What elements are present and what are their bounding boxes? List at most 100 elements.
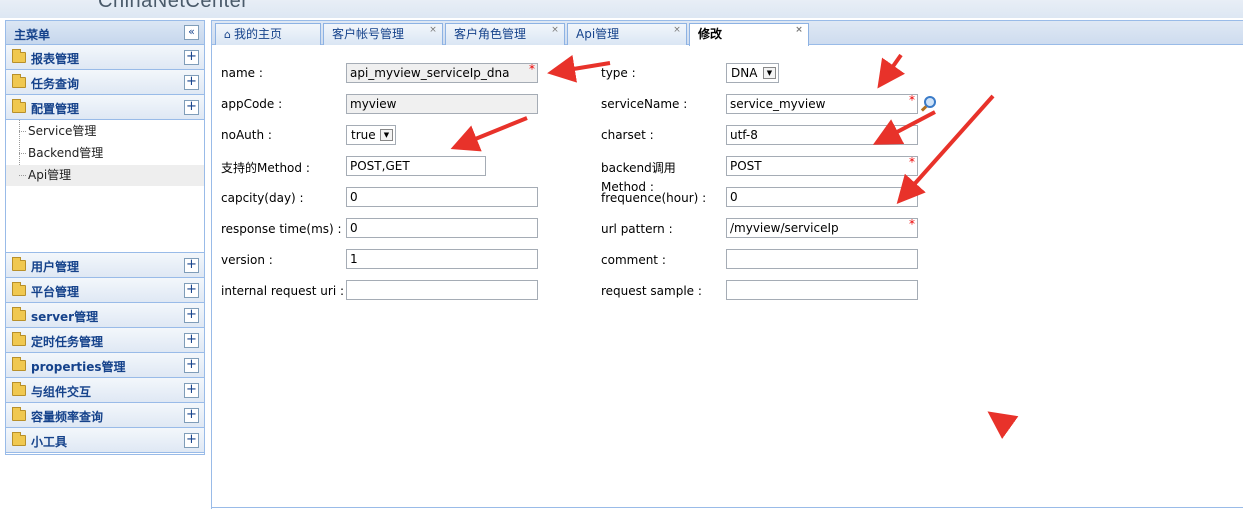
frequence-field[interactable]: 0 — [726, 187, 918, 207]
top-banner: ChinaNetCenter — [0, 0, 1243, 18]
tab-customer-accounts[interactable]: 客户帐号管理 × — [323, 23, 443, 45]
search-icon[interactable] — [924, 96, 936, 108]
url-pattern-label: url pattern : — [601, 222, 673, 236]
menu-group-label: 报表管理 — [31, 52, 80, 66]
folder-icon — [12, 74, 26, 88]
menu-group-tools[interactable]: 小工具 + — [6, 428, 204, 453]
menu-group-server[interactable]: server管理 + — [6, 303, 204, 328]
tab-edit[interactable]: 修改 × — [689, 23, 809, 46]
response-time-field[interactable]: 0 — [346, 218, 538, 238]
charset-field[interactable]: utf-8 — [726, 125, 918, 145]
collapse-sidebar-button[interactable]: « — [184, 25, 199, 40]
folder-icon — [12, 49, 26, 63]
appcode-label: appCode : — [221, 97, 283, 111]
menu-group-label: 用户管理 — [31, 260, 80, 274]
menu-group-component-interaction[interactable]: 与组件交互 + — [6, 378, 204, 403]
comment-label: comment : — [601, 253, 666, 267]
close-icon[interactable]: × — [794, 25, 804, 35]
expand-plus-icon[interactable]: + — [184, 258, 199, 273]
expand-plus-icon[interactable]: + — [184, 433, 199, 448]
sidebar-main-menu: 主菜单 « 报表管理 + 任务查询 + 配置管理 + Service管理 Bac… — [5, 20, 205, 455]
menu-group-config[interactable]: 配置管理 + — [6, 95, 204, 120]
submenu-item-api[interactable]: Api管理 — [6, 165, 204, 186]
folder-icon — [12, 432, 26, 446]
required-marker: * — [529, 62, 535, 76]
comment-field[interactable] — [726, 249, 918, 269]
method-field[interactable]: POST,GET — [346, 156, 486, 176]
tab-bar: ⌂ 我的主页 客户帐号管理 × 客户角色管理 × Api管理 × 修改 × — [212, 21, 1243, 46]
expand-plus-icon[interactable]: + — [184, 408, 199, 423]
name-field[interactable]: api_myview_serviceIp_dna — [346, 63, 538, 83]
menu-group-label: 任务查询 — [31, 77, 80, 91]
submenu-item-backend[interactable]: Backend管理 — [6, 143, 204, 164]
expand-plus-icon[interactable]: + — [184, 75, 199, 90]
internal-uri-field[interactable] — [346, 280, 538, 300]
menu-group-properties[interactable]: properties管理 + — [6, 353, 204, 378]
internal-uri-label: internal request uri : — [221, 284, 345, 298]
chevron-down-icon[interactable]: ▼ — [763, 67, 776, 79]
expand-plus-icon[interactable]: + — [184, 100, 199, 115]
menu-group-capacity-query[interactable]: 容量频率查询 + — [6, 403, 204, 428]
tab-api-management[interactable]: Api管理 × — [567, 23, 687, 45]
expand-plus-icon[interactable]: + — [184, 358, 199, 373]
capacity-label: capcity(day) : — [221, 191, 304, 205]
folder-icon — [12, 99, 26, 113]
backend-call-field[interactable]: POST — [726, 156, 918, 176]
version-field[interactable]: 1 — [346, 249, 538, 269]
service-name-label: serviceName : — [601, 97, 688, 111]
tab-label: 我的主页 — [233, 27, 282, 41]
response-time-label: response time(ms) : — [221, 222, 342, 236]
menu-group-label: 容量频率查询 — [31, 410, 104, 424]
menu-group-label: properties管理 — [31, 360, 126, 374]
edit-form: name : api_myview_serviceIp_dna * appCod… — [212, 46, 1243, 508]
request-sample-field[interactable] — [726, 280, 918, 300]
expand-plus-icon[interactable]: + — [184, 308, 199, 323]
backend-call-label: backend调用 — [601, 161, 676, 175]
required-marker: * — [909, 93, 915, 107]
menu-group-task-query[interactable]: 任务查询 + — [6, 70, 204, 95]
required-marker: * — [909, 217, 915, 231]
charset-label: charset : — [601, 128, 654, 142]
tab-label: Api管理 — [576, 27, 620, 41]
noauth-label: noAuth : — [221, 128, 272, 142]
chevron-down-icon[interactable]: ▼ — [380, 129, 393, 141]
panel-bottom-border — [212, 507, 1243, 508]
type-selected-value: DNA — [731, 66, 758, 80]
folder-icon — [12, 407, 26, 421]
expand-plus-icon[interactable]: + — [184, 333, 199, 348]
menu-group-platform[interactable]: 平台管理 + — [6, 278, 204, 303]
tab-label: 修改 — [698, 27, 723, 41]
method-label: 支持的Method : — [221, 161, 310, 175]
menu-group-label: 定时任务管理 — [31, 335, 104, 349]
menu-group-reports[interactable]: 报表管理 + — [6, 45, 204, 70]
menu-group-label: 平台管理 — [31, 285, 80, 299]
config-submenu: Service管理 Backend管理 Api管理 — [6, 120, 204, 253]
type-label: type : — [601, 66, 636, 80]
expand-plus-icon[interactable]: + — [184, 383, 199, 398]
home-icon: ⌂ — [224, 28, 231, 41]
service-name-field[interactable]: service_myview — [726, 94, 918, 114]
tab-customer-roles[interactable]: 客户角色管理 × — [445, 23, 565, 45]
request-sample-label: request sample : — [601, 284, 702, 298]
expand-plus-icon[interactable]: + — [184, 50, 199, 65]
tab-home[interactable]: ⌂ 我的主页 — [215, 23, 321, 45]
name-label: name : — [221, 66, 263, 80]
brand-logo: ChinaNetCenter — [98, 0, 249, 12]
folder-icon — [12, 382, 26, 396]
close-icon[interactable]: × — [428, 25, 438, 35]
close-icon[interactable]: × — [550, 25, 560, 35]
type-select[interactable]: DNA ▼ — [726, 63, 779, 83]
noauth-selected-value: true — [351, 128, 376, 142]
menu-group-label: server管理 — [31, 310, 99, 324]
close-icon[interactable]: × — [672, 25, 682, 35]
expand-plus-icon[interactable]: + — [184, 283, 199, 298]
menu-group-users[interactable]: 用户管理 + — [6, 253, 204, 278]
submenu-item-service[interactable]: Service管理 — [6, 121, 204, 142]
menu-group-scheduled-tasks[interactable]: 定时任务管理 + — [6, 328, 204, 353]
capacity-field[interactable]: 0 — [346, 187, 538, 207]
url-pattern-field[interactable]: /myview/serviceIp — [726, 218, 918, 238]
appcode-field[interactable]: myview — [346, 94, 538, 114]
frequence-label: frequence(hour) : — [601, 191, 707, 205]
folder-icon — [12, 257, 26, 271]
noauth-select[interactable]: true ▼ — [346, 125, 396, 145]
